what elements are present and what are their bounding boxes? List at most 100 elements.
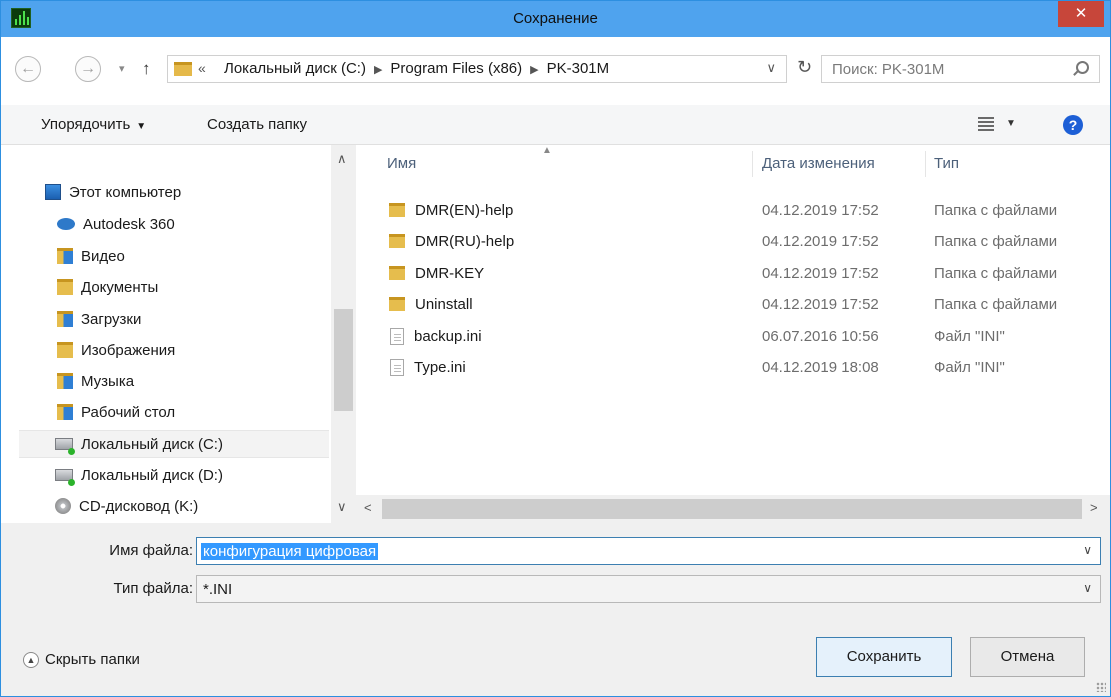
file-type: Папка с файлами [934, 233, 1058, 250]
file-type: Файл "INI" [934, 359, 1005, 376]
filename-field[interactable]: конфигурация цифровая ∨ [196, 537, 1101, 565]
view-options-icon[interactable] [978, 117, 994, 131]
resize-grip-icon[interactable] [1096, 682, 1106, 692]
computer-icon [45, 184, 61, 201]
documents-folder-icon [57, 279, 73, 296]
scroll-up-icon[interactable]: ∧ [337, 151, 347, 167]
cd-drive-icon [55, 498, 71, 515]
refresh-icon[interactable]: ↻ [797, 57, 812, 78]
sidebar-item-video[interactable]: Видео [57, 243, 367, 271]
chevron-right-icon[interactable]: ▶ [530, 64, 538, 76]
scroll-left-icon[interactable]: < [364, 500, 372, 515]
file-list-horizontal-scrollbar[interactable]: < > [356, 495, 1110, 523]
sidebar-item-desktop[interactable]: Рабочий стол [57, 399, 367, 427]
search-icon[interactable] [1076, 61, 1089, 74]
file-name: DMR-KEY [415, 265, 485, 282]
breadcrumb-item[interactable]: PK-301M [547, 60, 610, 77]
scroll-right-icon[interactable]: > [1090, 500, 1098, 515]
new-folder-button[interactable]: Создать папку [207, 116, 307, 133]
desktop-folder-icon [57, 404, 73, 421]
up-arrow-icon[interactable]: ↑ [142, 59, 151, 79]
sidebar-vertical-scrollbar[interactable]: ∧ ∨ [331, 145, 356, 523]
sidebar-item-label: Загрузки [81, 311, 142, 328]
file-name: DMR(EN)-help [415, 202, 514, 219]
sidebar-item-cd-drive-k[interactable]: CD-дисковод (K:) [55, 493, 365, 521]
sidebar-item-local-disk-d[interactable]: Локальный диск (D:) [55, 462, 365, 490]
cancel-button[interactable]: Отмена [970, 637, 1085, 677]
file-type: Файл "INI" [934, 328, 1005, 345]
folder-icon [174, 62, 192, 76]
search-input[interactable]: Поиск: PK-301M [832, 61, 944, 78]
window-title: Сохранение [513, 10, 598, 27]
cloud-icon [57, 218, 75, 231]
file-list: ▲ Имя Дата изменения Тип DMR(EN)-help 04… [356, 145, 1110, 523]
file-type: Папка с файлами [934, 296, 1058, 313]
chevron-down-icon[interactable]: ∨ [766, 60, 776, 76]
breadcrumb-item[interactable]: Локальный диск (C:) [224, 60, 366, 77]
folder-icon [389, 266, 405, 281]
file-date: 04.12.2019 17:52 [762, 233, 879, 250]
filetype-label: Тип файла: [113, 580, 194, 597]
filename-label: Имя файла: [109, 542, 193, 559]
music-folder-icon [57, 373, 73, 390]
folder-icon [389, 203, 405, 218]
scrollbar-thumb[interactable] [334, 309, 353, 411]
sidebar-item-autodesk-360[interactable]: Autodesk 360 [57, 211, 367, 239]
sidebar-item-this-pc[interactable]: Этот компьютер [45, 179, 355, 207]
filename-input[interactable]: конфигурация цифровая [201, 543, 379, 560]
filetype-select[interactable]: *.INI ∨ [196, 575, 1101, 603]
save-dialog: Сохранение ✕ ← → ▾ ↑ « Локальный диск (C… [0, 0, 1111, 697]
organize-button[interactable]: Упорядочить ▼ [41, 116, 146, 133]
table-row[interactable]: DMR(EN)-help 04.12.2019 17:52 Папка с фа… [356, 195, 1110, 226]
pictures-folder-icon [57, 342, 73, 359]
file-name: Type.ini [414, 359, 466, 376]
file-type: Папка с файлами [934, 265, 1058, 282]
sidebar-item-label: Этот компьютер [69, 184, 182, 201]
file-icon [390, 358, 404, 376]
column-divider[interactable] [925, 151, 926, 177]
hide-folders-label: Скрыть папки [45, 651, 140, 668]
title-bar[interactable]: Сохранение ✕ [1, 1, 1110, 37]
table-row[interactable]: backup.ini 06.07.2016 10:56 Файл "INI" [356, 321, 1110, 352]
recent-locations-chevron-icon[interactable]: ▾ [119, 62, 125, 75]
hide-folders-toggle[interactable]: ▲ Скрыть папки [23, 651, 140, 669]
folder-icon [389, 297, 405, 312]
sidebar-item-documents[interactable]: Документы [57, 274, 367, 302]
table-row[interactable]: DMR-KEY 04.12.2019 17:52 Папка с файлами [356, 258, 1110, 289]
column-header-name[interactable]: Имя [387, 155, 416, 172]
sidebar-item-local-disk-c[interactable]: Локальный диск (C:) [19, 430, 329, 458]
breadcrumb-item[interactable]: Program Files (x86) [390, 60, 522, 77]
table-row[interactable]: Uninstall 04.12.2019 17:52 Папка с файла… [356, 289, 1110, 320]
column-header-date[interactable]: Дата изменения [762, 155, 875, 172]
folder-icon [389, 234, 405, 249]
address-bar[interactable]: « Локальный диск (C:) ▶ Program Files (x86… [167, 55, 787, 83]
file-name: Uninstall [415, 296, 473, 313]
back-icon[interactable]: ← [15, 56, 41, 82]
drive-icon [55, 469, 75, 487]
sidebar-item-pictures[interactable]: Изображения [57, 337, 367, 365]
chevron-down-icon[interactable]: ∨ [1083, 543, 1092, 557]
sort-ascending-icon: ▲ [542, 145, 552, 156]
save-button[interactable]: Сохранить [816, 637, 952, 677]
navigation-pane: Этот компьютер Autodesk 360 Видео Докуме… [1, 145, 356, 523]
chevron-right-icon[interactable]: ▶ [374, 64, 382, 76]
caret-down-icon[interactable]: ▼ [1006, 118, 1016, 129]
sidebar-item-downloads[interactable]: Загрузки [57, 306, 367, 334]
table-row[interactable]: DMR(RU)-help 04.12.2019 17:52 Папка с фа… [356, 226, 1110, 257]
file-date: 04.12.2019 18:08 [762, 359, 879, 376]
file-type: Папка с файлами [934, 202, 1058, 219]
scroll-down-icon[interactable]: ∨ [337, 499, 347, 515]
chevron-down-icon[interactable]: ∨ [1083, 581, 1092, 595]
table-row[interactable]: Type.ini 04.12.2019 18:08 Файл "INI" [356, 352, 1110, 383]
column-divider[interactable] [752, 151, 753, 177]
forward-icon[interactable]: → [75, 56, 101, 82]
sidebar-item-music[interactable]: Музыка [57, 368, 367, 396]
help-icon[interactable]: ? [1063, 115, 1083, 135]
column-header-type[interactable]: Тип [934, 155, 959, 172]
search-box[interactable]: Поиск: PK-301M [821, 55, 1100, 83]
breadcrumb-overflow[interactable]: « [198, 60, 206, 76]
downloads-folder-icon [57, 311, 73, 328]
scrollbar-thumb[interactable] [382, 499, 1082, 519]
close-button[interactable]: ✕ [1058, 1, 1104, 27]
file-name: DMR(RU)-help [415, 233, 515, 250]
